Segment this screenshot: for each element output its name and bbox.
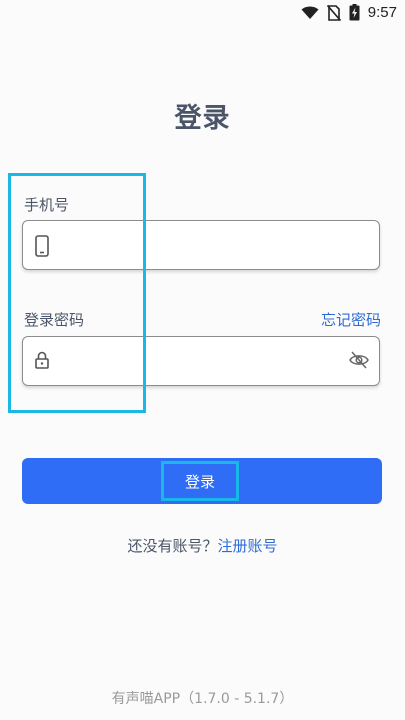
status-bar: 9:57 [0, 0, 405, 28]
register-prompt: 还没有账号？ [127, 537, 218, 555]
register-link[interactable]: 注册账号 [218, 537, 278, 555]
page-title: 登录 [174, 103, 231, 134]
status-time: 9:57 [367, 4, 397, 21]
battery-charging-icon [349, 4, 360, 21]
wifi-icon [301, 6, 319, 20]
phone-icon [35, 235, 49, 261]
login-button[interactable]: 登录 [22, 458, 382, 504]
phone-input[interactable] [67, 221, 341, 271]
phone-label: 手机号 [24, 196, 70, 214]
status-icons: 9:57 [301, 4, 397, 21]
phone-field[interactable] [22, 220, 380, 271]
register-line: 还没有账号？注册账号 [0, 535, 405, 556]
no-sim-icon [326, 4, 341, 21]
app-version: 有声喵APP（1.7.0 - 5.1.7） [111, 691, 294, 707]
login-button-label: 登录 [161, 461, 239, 501]
password-label: 登录密码 [24, 311, 85, 329]
password-field[interactable] [22, 336, 380, 387]
lock-icon [35, 351, 49, 373]
eye-off-icon[interactable] [349, 351, 369, 373]
password-input[interactable] [67, 337, 341, 387]
forgot-password-link[interactable]: 忘记密码 [321, 309, 381, 330]
